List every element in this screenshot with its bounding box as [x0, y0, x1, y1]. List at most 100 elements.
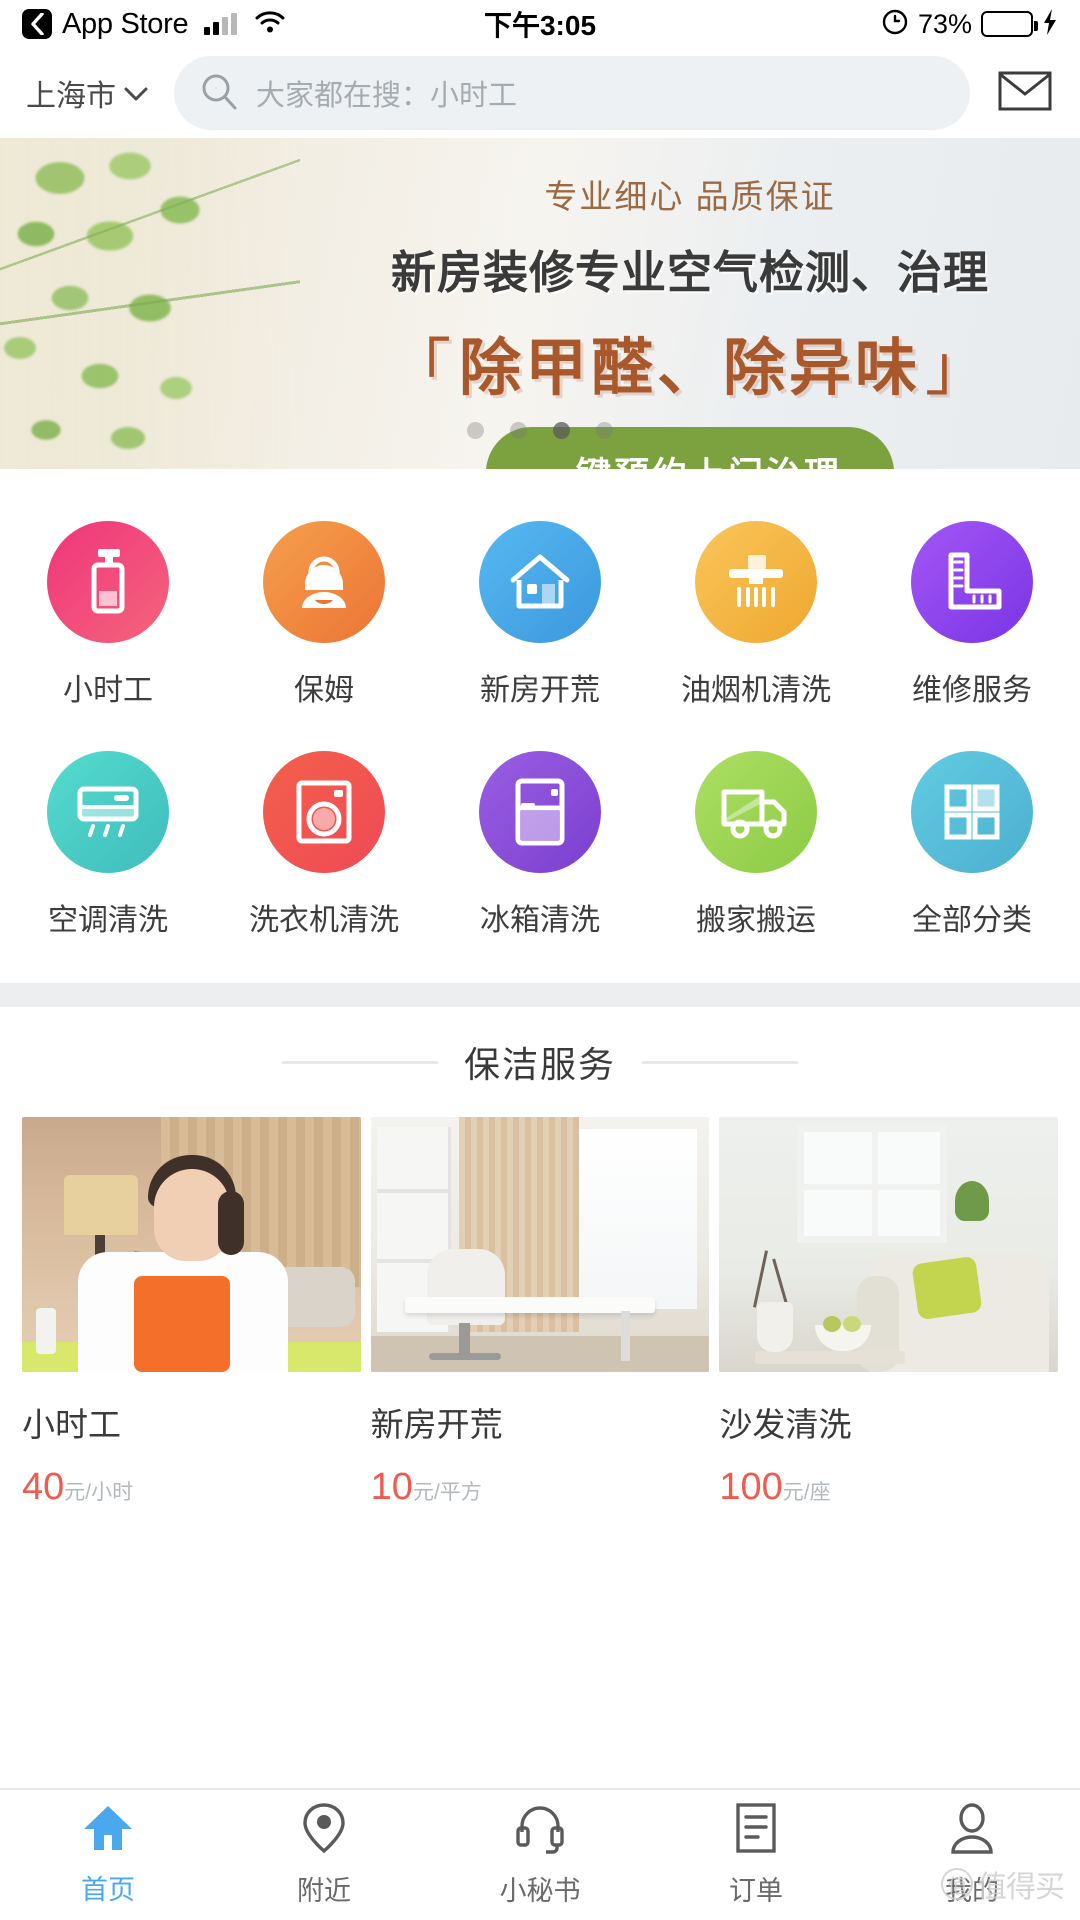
mail-button[interactable]	[996, 70, 1054, 117]
category-label: 小时工	[63, 674, 153, 707]
category-row-1: 小时工 保姆 新房开荒 油烟机清洗 维修服务	[0, 521, 1080, 709]
category-label: 冰箱清洗	[480, 904, 600, 937]
banner-dot[interactable]	[467, 422, 484, 439]
section-header: 保洁服务	[0, 1007, 1080, 1117]
service-card[interactable]: 沙发清洗 100元/座	[719, 1117, 1059, 1509]
banner-title: 新房装修专业空气检测、治理	[390, 247, 989, 298]
service-card[interactable]: 小时工 40元/小时	[22, 1117, 361, 1509]
section-rule-left	[281, 1060, 438, 1064]
category-item-weixiufuwu[interactable]: 维修服务	[864, 521, 1080, 709]
category-item-xinfangkaihuang[interactable]: 新房开荒	[432, 521, 648, 709]
air-conditioner-icon	[47, 751, 169, 873]
promo-banner[interactable]: 专业细心 品质保证 新房装修专业空气检测、治理 「 除甲醛、除异味 」 一键预约…	[0, 138, 1080, 469]
banner-headline: 除甲醛、除异味	[458, 334, 921, 403]
wifi-icon	[255, 10, 285, 38]
range-hood-icon	[695, 521, 817, 643]
search-icon	[200, 72, 238, 115]
tab-assistant[interactable]: 小秘书	[432, 1802, 648, 1908]
status-bar: App Store 下午3:05 73%	[0, 0, 1080, 48]
category-grid: 小时工 保姆 新房开荒 油烟机清洗 维修服务 空调清洗 洗衣机清洗 冰箱清洗 搬…	[0, 469, 1080, 983]
home-icon	[82, 1803, 134, 1858]
search-input[interactable]: 大家都在搜：小时工	[174, 56, 970, 130]
service-price: 100元/座	[719, 1466, 1058, 1509]
chevron-left-icon[interactable]	[22, 9, 52, 39]
moving-truck-icon	[695, 751, 817, 873]
category-label: 搬家搬运	[696, 904, 816, 937]
watermark-text: 值得买	[977, 1871, 1065, 1904]
tab-nearby[interactable]: 附近	[216, 1802, 432, 1908]
service-price-unit: 元/座	[782, 1481, 831, 1504]
banner-dot[interactable]	[510, 422, 527, 439]
cellular-signal-icon	[204, 13, 238, 35]
status-bar-right: 73%	[881, 8, 1058, 41]
user-icon	[949, 1802, 995, 1859]
banner-subtitle: 专业细心 品质保证	[544, 178, 836, 215]
ruler-square-icon	[911, 521, 1033, 643]
service-card[interactable]: 新房开荒 10元/平方	[370, 1117, 710, 1509]
refrigerator-icon	[479, 751, 601, 873]
washing-machine-icon	[263, 751, 385, 873]
living-room-sofa-photo	[719, 1117, 1059, 1372]
service-title: 新房开荒	[370, 1406, 503, 1443]
nanny-person-icon	[263, 521, 385, 643]
tab-label: 订单	[729, 1876, 783, 1906]
lightning-bolt-icon	[1042, 8, 1058, 41]
banner-dot-active[interactable]	[553, 422, 570, 439]
service-price-unit: 元/小时	[64, 1481, 134, 1504]
service-price: 40元/小时	[22, 1466, 361, 1509]
section-title: 保洁服务	[463, 1044, 616, 1085]
banner-dot[interactable]	[596, 422, 613, 439]
search-placeholder: 大家都在搜：小时工	[256, 80, 518, 112]
location-pin-icon	[302, 1802, 346, 1859]
category-item-baomu[interactable]: 保姆	[216, 521, 432, 709]
service-price-value: 10	[370, 1466, 413, 1508]
city-label: 上海市	[26, 80, 116, 113]
section-rule-right	[642, 1060, 798, 1064]
category-label: 新房开荒	[480, 674, 600, 707]
category-label: 全部分类	[912, 904, 1032, 937]
tab-label: 附近	[297, 1876, 351, 1906]
service-price-value: 100	[719, 1466, 783, 1508]
banner-headline-row: 「 除甲醛、除异味 」	[389, 317, 991, 407]
category-item-youyanjiqingxi[interactable]: 油烟机清洗	[648, 521, 864, 709]
bottom-tab-bar: 首页 附近 小秘书 订单 我的 值 值得买	[0, 1788, 1080, 1920]
battery-percent-label: 73%	[917, 8, 972, 39]
banner-pagination-dots[interactable]	[0, 422, 1080, 439]
plant-stems-decoration	[0, 138, 300, 469]
category-item-xiaoshigong[interactable]: 小时工	[0, 521, 216, 709]
service-card-list: 小时工 40元/小时 新房开荒 10元/平方 沙发清洗 100元/座	[0, 1117, 1080, 1509]
watermark: 值 值得买	[941, 1862, 1065, 1906]
rotation-lock-icon	[881, 8, 909, 41]
category-label: 油烟机清洗	[681, 674, 831, 707]
bracket-open-glyph: 「	[388, 334, 455, 403]
spray-bottle-icon	[47, 521, 169, 643]
category-row-2: 空调清洗 洗衣机清洗 冰箱清洗 搬家搬运 全部分类	[0, 751, 1080, 939]
empty-office-room-photo	[370, 1117, 710, 1372]
order-list-icon	[734, 1802, 778, 1859]
category-item-bingxiangqingxi[interactable]: 冰箱清洗	[432, 751, 648, 939]
house-icon	[479, 521, 601, 643]
status-bar-back-label[interactable]: App Store	[62, 8, 189, 41]
category-item-kongtiaoqingxi[interactable]: 空调清洗	[0, 751, 216, 939]
service-price-value: 40	[22, 1466, 65, 1508]
tab-label: 首页	[81, 1875, 135, 1905]
status-bar-left: App Store	[22, 8, 285, 41]
service-title: 沙发清洗	[719, 1406, 852, 1443]
watermark-logo-icon: 值	[941, 1868, 973, 1900]
city-selector[interactable]: 上海市	[26, 71, 148, 115]
tab-orders[interactable]: 订单	[648, 1802, 864, 1908]
category-item-xiyijiqingxi[interactable]: 洗衣机清洗	[216, 751, 432, 939]
category-label: 空调清洗	[48, 904, 168, 937]
service-title: 小时工	[22, 1406, 121, 1443]
grid-squares-icon	[911, 751, 1033, 873]
service-price-unit: 元/平方	[412, 1481, 482, 1504]
category-item-banjiabanyun[interactable]: 搬家搬运	[648, 751, 864, 939]
app-header: 上海市 大家都在搜：小时工	[0, 48, 1080, 138]
cleaner-in-bedroom-photo	[22, 1117, 361, 1372]
category-item-quanbufenlei[interactable]: 全部分类	[864, 751, 1080, 939]
service-price: 10元/平方	[371, 1466, 710, 1509]
tab-home[interactable]: 首页	[0, 1803, 216, 1907]
envelope-icon	[998, 70, 1052, 117]
tab-label: 小秘书	[499, 1876, 581, 1906]
category-label: 维修服务	[912, 674, 1032, 707]
